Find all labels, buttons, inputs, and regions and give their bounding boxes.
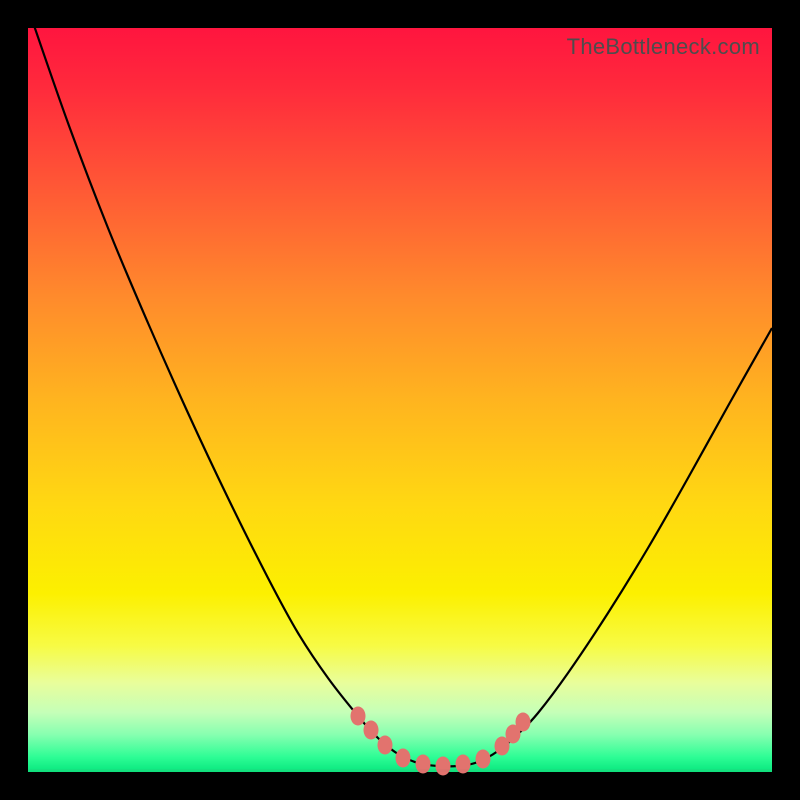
bottleneck-curve bbox=[28, 8, 772, 766]
green-band bbox=[28, 769, 772, 772]
data-marker bbox=[378, 736, 393, 755]
data-marker bbox=[436, 757, 451, 776]
plot-area: TheBottleneck.com bbox=[28, 28, 772, 772]
data-marker bbox=[516, 713, 531, 732]
data-marker bbox=[476, 750, 491, 769]
data-marker bbox=[364, 721, 379, 740]
marker-group bbox=[351, 707, 531, 776]
data-marker bbox=[351, 707, 366, 726]
curve-layer bbox=[28, 28, 772, 772]
data-marker bbox=[396, 749, 411, 768]
chart-frame: TheBottleneck.com bbox=[0, 0, 800, 800]
